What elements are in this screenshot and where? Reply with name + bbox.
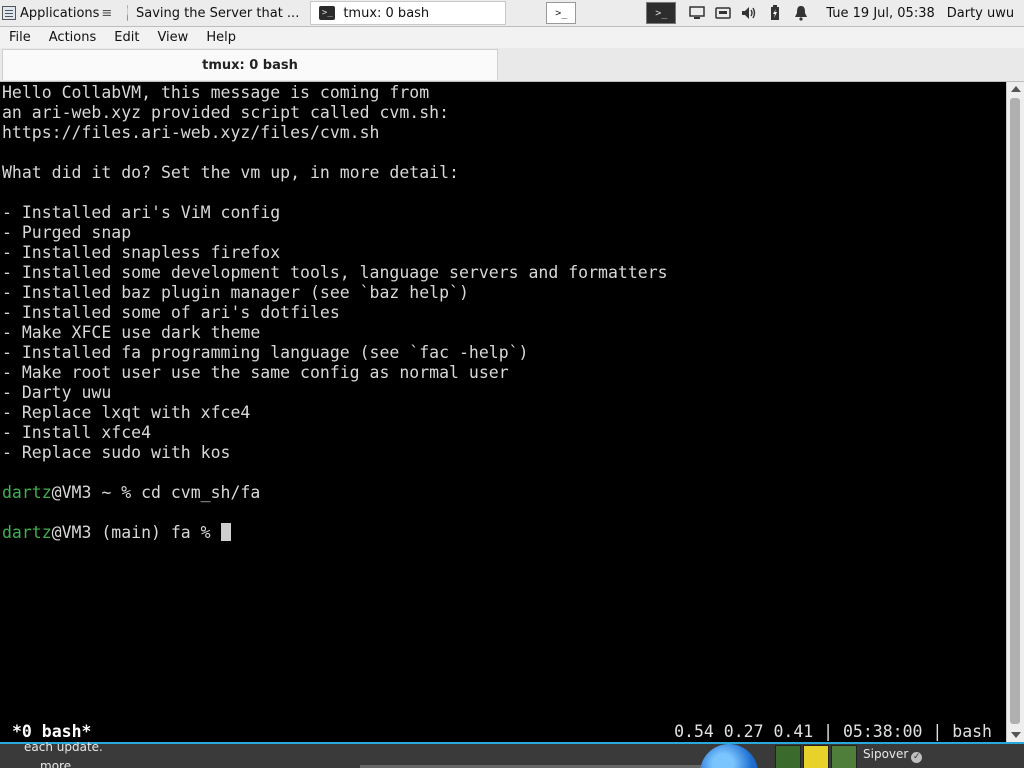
prompt-text: @VM3 (main) fa % [51,523,221,542]
menu-edit[interactable]: Edit [105,30,148,45]
radiation-avatar [803,745,829,768]
terminal-line: - Replace sudo with kos [2,443,231,462]
scroll-up-icon[interactable] [1011,86,1021,92]
terminal-line: - Installed snapless firefox [2,243,281,262]
tmux-status-info: 0.54 0.27 0.41 | 05:38:00 | bash [674,722,992,741]
firefox-icon [127,5,129,21]
terminal-line: Hello CollabVM, this message is coming f… [2,83,430,102]
terminal-line: - Install xfce4 [2,423,152,442]
notification-bell-icon[interactable] [792,4,810,22]
top-panel: Applications ≡ Saving the Server that ..… [0,0,1024,27]
applications-icon [2,6,16,20]
terminal-line: - Installed some development tools, lang… [2,263,668,282]
terminal-line: https://files.ari-web.xyz/files/cvm.sh [2,123,380,142]
workspace-switcher-active[interactable]: >_ [646,2,677,24]
background-text: each update. [24,742,103,754]
terminal-line: - Installed some of ari's dotfiles [2,303,340,322]
prompt-line-1: dartz@VM3 ~ % cd cvm_sh/fa [2,483,668,503]
terminal-output: Hello CollabVM, this message is coming f… [2,83,668,543]
terminal-line: - Replace lxqt with xfce4 [2,403,251,422]
tab-tmux[interactable]: tmux: 0 bash [2,49,498,80]
user-menu[interactable]: Darty uwu [947,6,1014,21]
network-icon[interactable] [714,4,732,22]
text-cursor [220,523,231,541]
scroll-down-icon[interactable] [1011,732,1021,738]
terminal-line: - Installed fa programming language (see… [2,343,529,362]
scroll-thumb[interactable] [1010,98,1020,724]
tab-bar: tmux: 0 bash [0,48,1024,82]
desktop-background-strip: each update. more Sipover ✓ [0,742,1024,768]
menu-file[interactable]: File [0,30,40,45]
terminal-scrollbar[interactable] [1006,82,1024,742]
window-border [0,742,1024,744]
applications-menu-button[interactable]: Applications ≡ [0,1,116,25]
terminal-line: - Purged snap [2,223,132,242]
menu-icon: ≡ [101,5,113,21]
prompt-user: dartz [2,483,52,502]
workspace-glyph: >_ [555,7,568,19]
volume-icon[interactable] [740,4,758,22]
terminal-line: - Installed baz plugin manager (see `baz… [2,283,469,302]
workspace-switcher-1[interactable]: >_ [546,2,577,24]
avatar [775,745,801,768]
prompt-line-2: dartz@VM3 (main) fa % [2,523,668,543]
applications-label: Applications [20,5,100,21]
terminal-line: an ari-web.xyz provided script called cv… [2,103,450,122]
prompt-user: dartz [2,523,52,542]
avatar [831,745,857,768]
terminal-line: What did it do? Set the vm up, in more d… [2,163,459,182]
task-terminal[interactable]: >_ tmux: 0 bash [310,1,507,25]
display-icon[interactable] [688,4,706,22]
terminal-icon: >_ [319,6,336,20]
tmux-window-name[interactable]: *0 bash* [12,722,91,742]
prompt-command: @VM3 ~ % cd cvm_sh/fa [51,483,261,502]
task-firefox[interactable]: Saving the Server that ... [118,1,308,25]
terminal-view[interactable]: Hello CollabVM, this message is coming f… [0,82,1006,742]
background-text-more: more [40,759,72,768]
background-username: Sipover ✓ [863,747,923,763]
menu-bar: File Actions Edit View Help [0,27,1024,48]
terminal-line: - Make XFCE use dark theme [2,323,261,342]
username-text: Sipover [863,747,909,761]
task-firefox-label: Saving the Server that ... [136,5,300,21]
workspace-glyph-active: >_ [655,7,668,19]
tmux-status-bar: *0 bash* 0.54 0.27 0.41 | 05:38:00 | bas… [0,722,1006,742]
terminal-line: - Darty uwu [2,383,112,402]
terminal-line: - Make root user use the same config as … [2,363,509,382]
globe-icon [700,744,758,768]
task-terminal-label: tmux: 0 bash [343,5,430,21]
menu-view[interactable]: View [148,30,197,45]
menu-help[interactable]: Help [197,30,245,45]
verified-icon: ✓ [911,752,923,763]
terminal-line: - Installed ari's ViM config [2,203,281,222]
battery-icon[interactable] [766,4,784,22]
clock[interactable]: Tue 19 Jul, 05:38 [826,6,934,21]
menu-actions[interactable]: Actions [40,30,106,45]
